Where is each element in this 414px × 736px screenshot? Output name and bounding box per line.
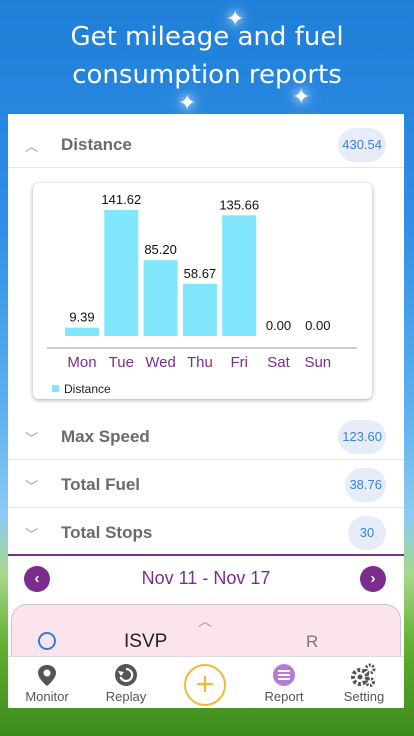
distance-row[interactable]: ︿ Distance 430.54 xyxy=(8,122,404,168)
legend-swatch xyxy=(52,385,59,392)
bar-value-label-thu: 58.67 xyxy=(184,266,217,281)
distance-label: Distance xyxy=(61,135,132,154)
app-screen: ︿ Distance 430.54 9.39 Mon 141.62 Tue 85.20 W… xyxy=(8,114,404,708)
total-stops-label: Total Stops xyxy=(61,523,153,542)
tab-report[interactable]: Report xyxy=(246,657,322,708)
date-range-bar: ‹ Nov 11 - Nov 17 › xyxy=(8,554,404,602)
x-tick-label-sat: Sat xyxy=(267,354,290,371)
bar-value-label-fri: 135.66 xyxy=(219,197,259,212)
distance-value-badge: 430.54 xyxy=(338,128,386,162)
tab-replay[interactable]: Replay xyxy=(88,657,164,708)
total-stops-value-badge: 30 xyxy=(348,516,386,550)
replay-icon xyxy=(115,664,137,686)
total-stops-row[interactable]: ﹀ Total Stops 30 xyxy=(8,510,404,556)
x-tick-label-mon: Mon xyxy=(67,354,96,371)
promo-headline: Get mileage and fuel consumption reports xyxy=(0,18,414,94)
bar-thu xyxy=(182,283,217,336)
headline-line-1: Get mileage and fuel xyxy=(70,22,344,52)
distance-bar-chart: 9.39 Mon 141.62 Tue 85.20 Wed 58.67 Thu 135.66 Fr… xyxy=(47,192,357,396)
total-fuel-value-badge: 38.76 xyxy=(345,468,386,502)
chevron-down-icon[interactable]: ﹀ xyxy=(25,428,38,447)
bar-wed xyxy=(143,260,178,336)
total-fuel-row[interactable]: ﹀ Total Fuel 38.76 xyxy=(8,462,404,508)
gears-icon xyxy=(351,663,376,687)
tab-monitor[interactable]: Monitor xyxy=(9,657,85,708)
date-range-label: Nov 11 - Nov 17 xyxy=(141,568,271,588)
map-pin-icon xyxy=(38,665,56,686)
tab-report-label: Report xyxy=(264,689,304,704)
chevron-down-icon[interactable]: ﹀ xyxy=(25,476,38,495)
bottom-tab-bar: Monitor Replay + Report Setting xyxy=(8,656,404,708)
vehicle-tag: R xyxy=(306,632,319,651)
distance-chart-card: 9.39 Mon 141.62 Tue 85.20 Wed 58.67 Thu 135.66 Fr… xyxy=(33,183,372,399)
tab-replay-label: Replay xyxy=(105,689,147,704)
x-tick-label-tue: Tue xyxy=(109,354,134,371)
add-button[interactable]: + xyxy=(184,664,226,706)
bar-value-label-wed: 85.20 xyxy=(144,242,177,257)
max-speed-value-badge: 123.60 xyxy=(338,420,386,454)
expand-panel-icon[interactable]: ︿ xyxy=(198,611,212,631)
tab-monitor-label: Monitor xyxy=(25,689,69,704)
report-icon xyxy=(273,664,295,686)
max-speed-row[interactable]: ﹀ Max Speed 123.60 xyxy=(8,414,404,460)
bar-value-label-tue: 141.62 xyxy=(101,192,141,207)
chevron-down-icon[interactable]: ﹀ xyxy=(25,524,38,543)
x-tick-label-wed: Wed xyxy=(145,354,176,371)
bar-value-label-mon: 9.39 xyxy=(69,310,94,325)
max-speed-label: Max Speed xyxy=(61,427,150,446)
x-tick-label-fri: Fri xyxy=(230,354,248,371)
tab-setting-label: Setting xyxy=(343,689,385,704)
chevron-up-icon[interactable]: ︿ xyxy=(25,136,38,155)
vehicle-radio[interactable] xyxy=(38,632,56,650)
bar-mon xyxy=(65,327,99,336)
x-tick-label-sun: Sun xyxy=(304,354,331,371)
headline-line-2: consumption reports xyxy=(72,60,342,90)
bar-fri xyxy=(222,215,257,336)
next-week-button[interactable]: › xyxy=(360,566,386,592)
tab-setting[interactable]: Setting xyxy=(326,657,402,708)
sparkle-decoration: ✦ xyxy=(178,90,197,115)
bar-value-label-sun: 0.00 xyxy=(305,318,330,333)
vehicle-name: ISVP xyxy=(124,631,168,652)
legend-label: Distance xyxy=(64,382,111,396)
total-fuel-label: Total Fuel xyxy=(61,475,141,494)
bar-tue xyxy=(104,210,139,336)
x-tick-label-thu: Thu xyxy=(187,354,213,371)
bar-value-label-sat: 0.00 xyxy=(266,318,291,333)
